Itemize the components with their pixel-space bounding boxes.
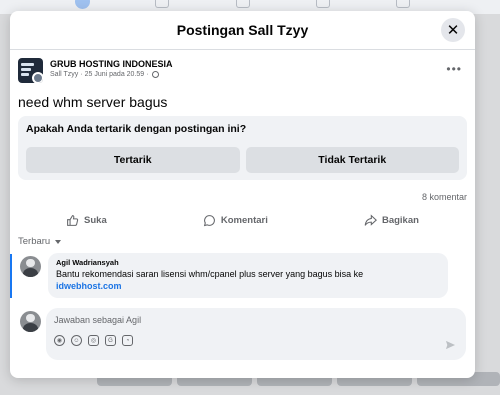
post-text: need whm server bagus: [18, 94, 168, 110]
page-name[interactable]: GRUB HOSTING INDONESIA: [50, 59, 173, 69]
sticker-icon[interactable]: ◔: [122, 335, 133, 346]
avatar-sticker-icon[interactable]: ◉: [54, 335, 65, 346]
reply-composer: Jawaban sebagai Agil ◉ ☺ ◎ G ◔: [10, 308, 475, 364]
comment-button[interactable]: Komentari: [203, 214, 268, 227]
comment-text: Bantu rekomendasi saran lisensi whm/cpan…: [56, 269, 364, 279]
comment-link[interactable]: idwebhost.com: [56, 281, 440, 291]
comment-icon: [203, 214, 215, 226]
sort-label: Terbaru: [18, 236, 51, 247]
thumbs-up-icon: [67, 214, 79, 226]
interested-button[interactable]: Tertarik: [26, 147, 240, 173]
gif-icon[interactable]: G: [105, 335, 116, 346]
commenter-avatar[interactable]: [20, 256, 41, 277]
meta-separator: ·: [80, 71, 83, 78]
globe-icon: [151, 71, 159, 78]
comment-item: Agil Wadriansyah Bantu rekomendasi saran…: [10, 253, 475, 301]
like-label: Suka: [84, 214, 107, 226]
post-author[interactable]: Sall Tzyy: [50, 71, 78, 78]
share-label: Bagikan: [381, 214, 419, 226]
like-button[interactable]: Suka: [66, 214, 107, 227]
background-nav-icon: [316, 0, 330, 8]
close-icon: ✕: [446, 22, 460, 39]
reply-placeholder: Jawaban sebagai Agil: [54, 315, 142, 325]
post-meta: Sall Tzyy · 25 Juni pada 20.59 ·: [50, 71, 159, 78]
share-button[interactable]: Bagikan: [364, 213, 419, 227]
send-icon[interactable]: [445, 340, 456, 350]
highlight-bar: [10, 254, 12, 298]
comment-bubble: Agil Wadriansyah Bantu rekomendasi saran…: [48, 253, 448, 298]
camera-icon[interactable]: ◎: [88, 335, 99, 346]
interest-prompt: Apakah Anda tertarik dengan postingan in…: [18, 116, 467, 180]
not-interested-button[interactable]: Tidak Tertarik: [245, 147, 459, 173]
comment-label: Komentari: [220, 214, 268, 226]
interest-question: Apakah Anda tertarik dengan postingan in…: [26, 123, 247, 135]
caret-down-icon: [55, 239, 62, 244]
background-home-icon: [75, 0, 90, 9]
share-icon: [364, 213, 377, 226]
background-nav-icon: [396, 0, 410, 8]
emoji-icon[interactable]: ☺: [71, 335, 82, 346]
close-button[interactable]: ✕: [441, 18, 465, 42]
post-actions: Suka Komentari Bagikan: [18, 211, 467, 229]
more-options-icon[interactable]: •••: [446, 62, 462, 76]
composer-icons: ◉ ☺ ◎ G ◔: [54, 335, 458, 346]
comment-count[interactable]: 8 komentar: [10, 192, 467, 202]
background-nav-icon: [236, 0, 250, 8]
comment-sort-dropdown[interactable]: Terbaru: [18, 236, 475, 247]
meta-separator: ·: [146, 71, 149, 78]
user-avatar[interactable]: [20, 311, 41, 332]
background-nav-icon: [155, 0, 169, 8]
page-avatar[interactable]: [18, 58, 43, 83]
dialog-title: Postingan Sall Tzyy: [176, 22, 309, 38]
commenter-name[interactable]: Agil Wadriansyah: [56, 258, 440, 267]
reply-input[interactable]: Jawaban sebagai Agil ◉ ☺ ◎ G ◔: [46, 308, 466, 360]
post-header: GRUB HOSTING INDONESIA Sall Tzyy · 25 Ju…: [10, 58, 475, 90]
post-date[interactable]: 25 Juni pada 20.59: [85, 71, 145, 78]
dialog-header: Postingan Sall Tzyy ✕: [10, 11, 475, 50]
post-dialog: Postingan Sall Tzyy ✕ GRUB HOSTING INDON…: [10, 11, 475, 378]
